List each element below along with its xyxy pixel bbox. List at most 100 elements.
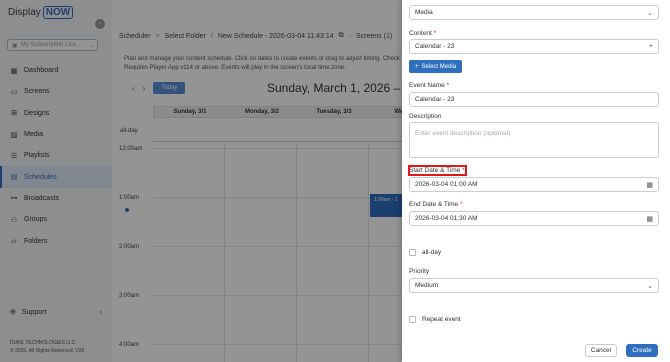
sidebar-item-playlists[interactable]: ☰ Playlists [0, 145, 112, 166]
sidebar-item-label: Playlists [24, 152, 50, 160]
copy-icon[interactable]: ⧉ [339, 32, 344, 40]
repeat-event-checkbox[interactable]: Repeat event [409, 316, 461, 323]
footer-company: DUKE TECHNOLOGIES LLC [10, 340, 76, 346]
playlist-icon: ☰ [10, 152, 18, 160]
breadcrumb-scheduler[interactable]: Scheduler [119, 33, 151, 40]
day-header: Monday, 3/2 [245, 109, 279, 115]
sidebar-item-schedules[interactable]: ▤ Schedules [0, 166, 112, 188]
sidebar-item-designs[interactable]: ⊞ Designs [0, 103, 112, 124]
breadcrumb-new-schedule: New Schedule - 2026-03-04 11:43:14 [217, 32, 334, 40]
allday-label: all-day [120, 128, 138, 134]
info-text: Plan and manage your content schedule. C… [124, 56, 400, 71]
chevron-right-icon: › [99, 308, 102, 316]
designs-icon: ⊞ [11, 110, 17, 118]
footer: DUKE TECHNOLOGIES LLC © 2026. All Rights… [10, 339, 84, 355]
sidebar-item-label: Screens [24, 88, 50, 96]
breadcrumb-screens[interactable]: Screens (1) [356, 33, 392, 40]
calendar-icon[interactable]: ▦ [646, 215, 653, 223]
sidebar-nav: ▦ Dashboard ▭ Screens ⊞ Designs ▨ Media ☰ Pla… [0, 60, 112, 252]
calendar-icon[interactable]: ▦ [646, 181, 653, 189]
subscription-select[interactable]: ▣ My Subscription Lice... ⌄ [7, 39, 98, 51]
start-datetime-value: 2026-03-04 01:00 AM [415, 181, 478, 188]
sidebar-item-support[interactable]: ⊕ Support › [10, 308, 102, 317]
now-indicator [125, 208, 129, 212]
sidebar-item-folders[interactable]: ▱ Folders [0, 230, 112, 251]
select-media-button[interactable]: + Select Media [409, 60, 462, 73]
breadcrumb: Scheduler > Select Folder / New Schedule… [119, 32, 392, 40]
allday-checkbox-label: all-day [422, 249, 442, 256]
breadcrumb-separator: / [210, 32, 213, 40]
plus-icon: + [414, 63, 419, 70]
media-type-value: Media [415, 9, 433, 16]
content-value: Calendar - 23 [415, 43, 455, 50]
sidebar: Display NOW ‹ ▣ My Subscription Lice... … [0, 0, 112, 362]
start-datetime-input[interactable]: 2026-03-04 01:00 AM ▦ [409, 177, 659, 192]
plus-icon: + [648, 43, 653, 50]
chevron-down-icon: ⌄ [88, 42, 94, 49]
breadcrumb-select-folder[interactable]: Select Folder [165, 33, 206, 40]
event-panel: Media ⌄ Content * Calendar - 23 + + Sele… [402, 0, 670, 362]
app-window: Display NOW ‹ ▣ My Subscription Lice... … [0, 0, 670, 362]
select-media-label: Select Media [421, 63, 457, 70]
calendar-navbar: ‹ › Today [132, 82, 186, 94]
time-label: 2:00am [119, 244, 140, 250]
breadcrumb-separator: - [348, 32, 352, 40]
end-datetime-label: End Date & Time * [409, 201, 463, 208]
end-datetime-input[interactable]: 2026-03-04 01:30 AM ▦ [409, 211, 659, 226]
prev-week-icon[interactable]: ‹ [132, 84, 135, 93]
calendar-icon: ▤ [10, 174, 18, 182]
media-type-select[interactable]: Media ⌄ [409, 5, 659, 20]
content-select[interactable]: Calendar - 23 + [409, 39, 659, 54]
breadcrumb-separator: > [155, 32, 160, 40]
content-label: Content * [409, 30, 437, 37]
sidebar-item-media[interactable]: ▨ Media [0, 124, 112, 145]
time-label: 1:00am [119, 195, 140, 201]
monitor-icon: ▭ [10, 88, 18, 96]
time-label: 3:00am [119, 293, 140, 299]
description-label: Description [409, 113, 442, 120]
end-datetime-value: 2026-03-04 01:30 AM [415, 215, 478, 222]
time-label: 4:00am [119, 342, 140, 348]
support-icon: ⊕ [10, 309, 16, 316]
collapse-sidebar-button[interactable]: ‹ [95, 19, 105, 29]
sidebar-item-broadcasts[interactable]: ⊶ Broadcasts [0, 188, 112, 209]
cancel-button[interactable]: Cancel [585, 344, 617, 357]
image-icon: ▨ [10, 131, 18, 139]
annotation-highlight-box [408, 165, 467, 176]
logo-now-text: NOW [42, 6, 74, 19]
event-name-value: Calendar - 23 [415, 96, 455, 103]
sidebar-item-screens[interactable]: ▭ Screens [0, 81, 112, 102]
sidebar-item-label: Media [24, 131, 44, 139]
time-label: 12:00am [119, 146, 143, 152]
description-placeholder: Enter event description (optional) [415, 130, 511, 137]
allday-checkbox[interactable]: all-day [409, 249, 441, 256]
sidebar-item-groups[interactable]: ⚇ Groups [0, 209, 112, 230]
footer-rights: © 2026. All Rights Reserved. V26 [10, 348, 85, 354]
license-icon: ▣ [12, 42, 18, 49]
sidebar-item-label: Folders [24, 237, 48, 245]
next-week-icon[interactable]: › [143, 84, 146, 93]
event-name-label: Event Name * [409, 82, 450, 89]
description-textarea[interactable]: Enter event description (optional) [409, 122, 659, 158]
checkbox-box[interactable] [409, 316, 416, 323]
day-header: Sunday, 3/1 [173, 109, 207, 115]
day-header: Tuesday, 3/3 [316, 109, 352, 115]
folder-icon: ▱ [11, 238, 17, 246]
priority-select[interactable]: Medium ⌄ [409, 278, 659, 293]
dashboard-icon: ▦ [10, 67, 18, 75]
sidebar-item-label: Designs [24, 109, 50, 117]
broadcast-icon: ⊶ [10, 195, 18, 203]
today-button[interactable]: Today [153, 82, 186, 94]
priority-label: Priority [409, 268, 430, 275]
sidebar-item-label: Schedules [24, 173, 57, 181]
chevron-down-icon: ⌄ [647, 9, 653, 17]
groups-icon: ⚇ [10, 216, 18, 224]
calendar-date-title: Sunday, March 1, 2026 – Sa [267, 81, 419, 95]
create-button[interactable]: Create [626, 344, 658, 357]
calendar-event[interactable]: 1:00am - 1 [370, 194, 403, 217]
sidebar-item-dashboard[interactable]: ▦ Dashboard [0, 60, 112, 81]
checkbox-box[interactable] [409, 249, 416, 256]
subscription-placeholder: My Subscription Lice... [20, 42, 82, 48]
event-name-input[interactable]: Calendar - 23 [409, 92, 659, 107]
chevron-left-icon: ‹ [99, 21, 101, 27]
